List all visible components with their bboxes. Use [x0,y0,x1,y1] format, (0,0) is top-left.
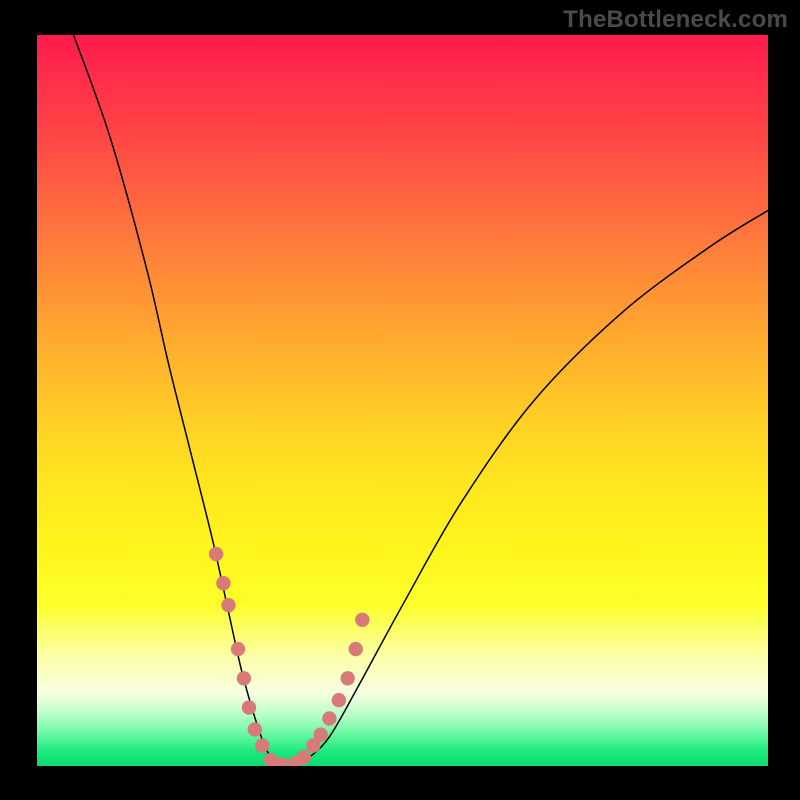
plot-area [35,35,768,768]
highlight-dot [242,700,256,714]
curve-layer [37,35,768,766]
highlight-dot [231,642,245,656]
highlight-dot [355,613,369,627]
highlight-dot [349,642,363,656]
watermark-text: TheBottleneck.com [563,6,788,34]
highlight-dot [332,693,346,707]
highlight-dot [322,711,336,725]
highlight-dot [340,671,354,685]
highlight-dot [209,547,223,561]
chart-frame: TheBottleneck.com [0,0,800,800]
highlight-dot [216,576,230,590]
highlight-markers [209,547,370,766]
highlight-dot [237,671,251,685]
highlight-dot [313,727,327,741]
highlight-dot [297,750,311,764]
highlight-dot [221,598,235,612]
highlight-dot [255,738,269,752]
highlight-dot [248,722,262,736]
bottleneck-curve [74,35,768,766]
